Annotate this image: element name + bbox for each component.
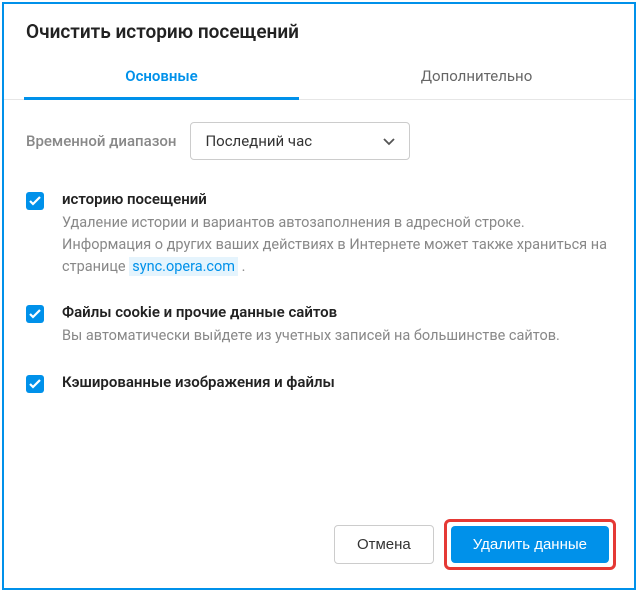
clear-history-dialog: Очистить историю посещений Основные Допо… [2, 2, 636, 590]
checkbox-cookies[interactable] [26, 305, 44, 323]
tab-advanced-label: Дополнительно [421, 67, 533, 85]
delete-data-button[interactable]: Удалить данные [451, 526, 609, 563]
option-cache-title: Кэшированные изображения и файлы [62, 373, 612, 391]
cancel-button-label: Отмена [357, 536, 411, 553]
option-cookies: Файлы cookie и прочие данные сайтов Вы а… [26, 303, 612, 347]
dialog-content: Временной диапазон Последний час историю… [4, 100, 634, 501]
dialog-header: Очистить историю посещений [4, 4, 634, 53]
check-icon [29, 309, 41, 319]
tab-basic-label: Основные [125, 67, 198, 85]
option-history-desc-after: . [238, 258, 245, 275]
option-cookies-title: Файлы cookie и прочие данные сайтов [62, 303, 612, 321]
tab-basic[interactable]: Основные [4, 53, 319, 99]
check-icon [29, 196, 41, 206]
highlight-box: Удалить данные [444, 519, 616, 570]
check-icon [29, 379, 41, 389]
option-cache-text: Кэшированные изображения и файлы [62, 373, 612, 395]
option-cookies-desc: Вы автоматически выйдете из учетных запи… [62, 325, 612, 347]
time-range-value: Последний час [205, 132, 312, 150]
dialog-title: Очистить историю посещений [26, 20, 612, 43]
checkbox-cache[interactable] [26, 375, 44, 393]
option-history-text: историю посещений Удаление истории и вар… [62, 190, 612, 277]
time-range-row: Временной диапазон Последний час [26, 122, 612, 160]
time-range-label: Временной диапазон [26, 132, 176, 150]
cancel-button[interactable]: Отмена [334, 525, 434, 564]
tab-advanced[interactable]: Дополнительно [319, 53, 634, 99]
option-history-title: историю посещений [62, 190, 612, 208]
dialog-footer: Отмена Удалить данные [4, 501, 634, 588]
option-cache: Кэшированные изображения и файлы [26, 373, 612, 395]
option-history-desc: Удаление истории и вариантов автозаполне… [62, 212, 612, 277]
tabs: Основные Дополнительно [4, 53, 634, 100]
option-cookies-text: Файлы cookie и прочие данные сайтов Вы а… [62, 303, 612, 347]
chevron-down-icon [383, 132, 395, 150]
checkbox-history[interactable] [26, 192, 44, 210]
sync-link[interactable]: sync.opera.com [129, 257, 238, 276]
time-range-select[interactable]: Последний час [190, 122, 410, 160]
delete-data-button-label: Удалить данные [473, 536, 587, 553]
option-history: историю посещений Удаление истории и вар… [26, 190, 612, 277]
